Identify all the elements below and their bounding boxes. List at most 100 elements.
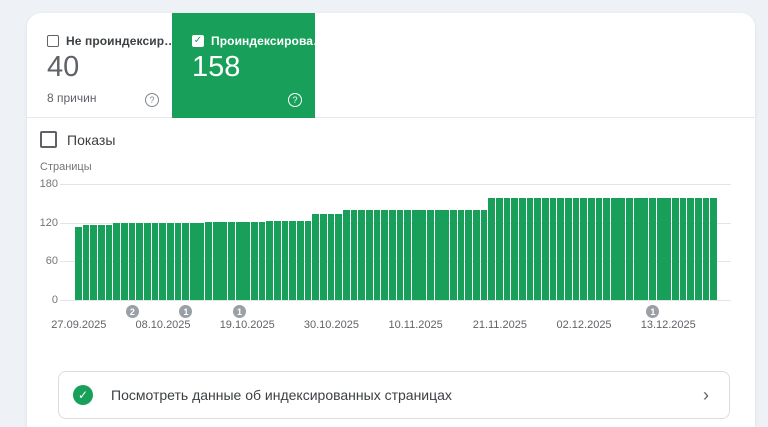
chart-bar[interactable] [90,224,98,300]
chart-bar[interactable] [396,209,404,300]
chart-bar[interactable] [327,214,335,300]
chart-bar[interactable] [205,222,212,300]
chart-bar[interactable] [289,220,297,300]
chart-bar[interactable] [695,198,702,300]
chart-bar[interactable] [281,220,289,300]
chart-bar[interactable] [702,198,710,300]
banner-text: Посмотреть данные об индексированных стр… [111,387,452,403]
chart-bar[interactable] [381,209,388,300]
chart-bar[interactable] [304,220,312,300]
chart-bar[interactable] [457,209,465,300]
chart-bar[interactable] [610,198,618,300]
x-axis-tick-label: 10.11.2025 [388,319,443,331]
chart-bar[interactable] [411,209,419,300]
chart-bar[interactable] [143,223,151,300]
success-check-icon: ✓ [73,385,93,405]
chart-bar[interactable] [105,224,113,300]
chart-bar[interactable] [75,226,82,300]
view-indexed-pages-banner[interactable]: ✓ Посмотреть данные об индексированных с… [58,371,730,419]
chart-bar[interactable] [626,198,633,300]
chart-bar[interactable] [511,198,519,300]
y-axis-tick-label: 120 [39,216,58,229]
chart-bar[interactable] [182,222,189,300]
x-axis-tick-label: 30.10.2025 [303,319,359,331]
chart-bar[interactable] [442,209,450,300]
chart-bar[interactable] [687,198,695,300]
chart-bar[interactable] [427,209,434,300]
chart-bar[interactable] [358,209,365,300]
chart-bar[interactable] [350,209,358,300]
chart-bar[interactable] [664,198,672,300]
chart-bar[interactable] [243,222,251,300]
chart-bar[interactable] [465,209,473,300]
chart-bar[interactable] [557,198,564,300]
chart-bar[interactable] [672,198,679,300]
x-axis-tick-label: 21.11.2025 [472,319,527,331]
chart-bar[interactable] [151,222,159,300]
chart-bar[interactable] [618,198,626,300]
chart-bar[interactable] [159,222,166,300]
chart-bar[interactable] [235,222,243,300]
chart-bar[interactable] [274,220,281,300]
chart-bar[interactable] [113,223,121,300]
chart-bar[interactable] [480,209,488,300]
chart-bars [75,184,718,300]
chart-bar[interactable] [136,223,143,300]
chart-bar[interactable] [641,198,649,300]
chart-bar[interactable] [166,222,174,300]
chart-bar[interactable] [496,198,503,300]
chart-bar[interactable] [335,214,342,300]
chart-bar[interactable] [434,209,442,300]
chart-bar[interactable] [388,209,396,300]
x-axis-tick-label: 08.10.2025 [135,319,191,331]
chart-bar[interactable] [97,224,105,300]
date-annotation-badge[interactable]: 2 [125,305,139,318]
chart-bar[interactable] [580,198,587,300]
chart-bar[interactable] [120,223,128,300]
chart-bar[interactable] [342,209,350,300]
chart-bar[interactable] [220,222,228,300]
chart-bar[interactable] [649,198,656,300]
chart-bar[interactable] [128,223,136,300]
chart-bar[interactable] [473,209,480,300]
x-axis-tick-label: 13.12.2025 [640,319,696,331]
chart-bar[interactable] [296,220,304,300]
chart-bar[interactable] [312,214,320,300]
chart-bar[interactable] [419,209,427,300]
chart-bar[interactable] [212,222,220,300]
chart-bar[interactable] [595,198,603,300]
chart-bar[interactable] [450,209,457,300]
chart-bar[interactable] [228,222,235,300]
chart-bar[interactable] [603,198,610,300]
chart-bar[interactable] [633,198,641,300]
chart-bar[interactable] [572,198,580,300]
chart-bar[interactable] [587,198,595,300]
date-annotation-badge[interactable]: 1 [179,305,193,318]
chart-bar[interactable] [82,224,90,300]
date-annotation-badge[interactable]: 1 [646,305,660,318]
chart-bar[interactable] [319,214,327,300]
chart-bar[interactable] [189,222,197,300]
date-annotation-badge[interactable]: 1 [233,305,247,318]
chart-bar[interactable] [710,198,718,300]
chart-bar[interactable] [564,198,572,300]
chart-bar[interactable] [365,209,373,300]
chart-bar[interactable] [251,222,258,300]
chart-bar[interactable] [534,198,542,300]
chart-bar[interactable] [266,220,274,300]
chart-bar[interactable] [488,198,496,300]
chart-bar[interactable] [197,222,205,300]
chart-bar[interactable] [549,198,557,300]
y-axis-tick-label: 60 [45,255,58,268]
chart-bar[interactable] [404,209,411,300]
chart-bar[interactable] [373,209,381,300]
chart-bar[interactable] [541,198,549,300]
chart-bar[interactable] [518,198,526,300]
chart-bar[interactable] [174,222,182,300]
chart-bar[interactable] [526,198,534,300]
y-axis-tick-label: 0 [51,294,58,306]
chart-bar[interactable] [656,198,664,300]
chart-bar[interactable] [503,198,511,300]
chart-bar[interactable] [679,198,687,300]
chart-bar[interactable] [258,222,266,300]
